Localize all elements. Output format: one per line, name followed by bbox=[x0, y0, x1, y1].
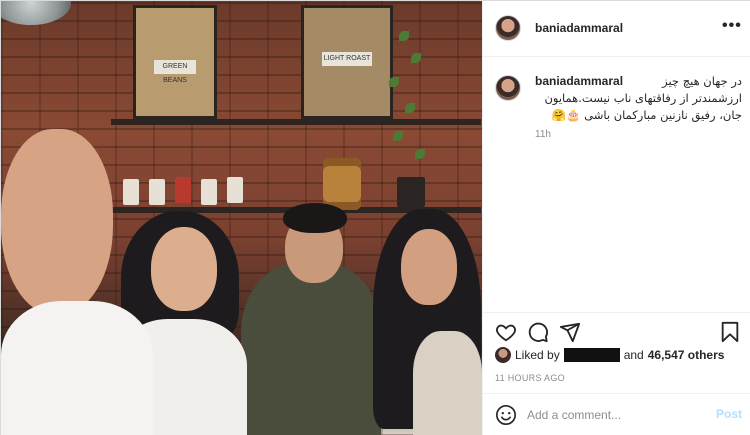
caption-text-line: ارزشمندتر از رفاقتهای ناب نیست.همایون bbox=[544, 91, 742, 105]
likes-summary: Liked by and 46,547 others bbox=[495, 347, 724, 363]
comment-icon[interactable] bbox=[527, 321, 549, 343]
coffee-bag bbox=[227, 177, 243, 203]
coffee-bag bbox=[201, 179, 217, 205]
person-blouse bbox=[413, 331, 482, 435]
coffee-poster-left: GREEN BEANS bbox=[133, 5, 217, 119]
avatar[interactable] bbox=[495, 15, 521, 41]
caption-timestamp[interactable]: 11h bbox=[535, 129, 551, 140]
poster-label: LIGHT ROAST bbox=[322, 52, 372, 66]
post-photo[interactable]: GREEN BEANS LIGHT ROAST bbox=[1, 1, 482, 435]
likes-count[interactable]: 46,547 others bbox=[648, 348, 725, 362]
person-hair bbox=[283, 203, 347, 233]
caption-username[interactable]: baniadammaral bbox=[535, 73, 623, 90]
caption-text-line: در جهان هیچ چیز bbox=[662, 74, 742, 88]
coffee-poster-right: LIGHT ROAST bbox=[301, 5, 393, 119]
comment-input[interactable] bbox=[527, 406, 697, 424]
vine-leaf bbox=[393, 131, 403, 141]
avatar[interactable] bbox=[495, 75, 521, 101]
coffee-bag bbox=[123, 179, 139, 205]
coffee-bag bbox=[149, 179, 165, 205]
post-timestamp[interactable]: 11 HOURS AGO bbox=[495, 373, 565, 383]
emoji-icon[interactable] bbox=[495, 404, 517, 426]
person-shirt bbox=[1, 301, 153, 435]
post-details-panel: baniadammaral ••• baniadammaral در جهان … bbox=[482, 1, 750, 435]
redacted-username bbox=[563, 348, 620, 362]
more-options-icon[interactable]: ••• bbox=[722, 17, 742, 35]
caption-text-line: جان، رفیق نازنین مبارکمان باشی 🎂🤗 bbox=[551, 108, 742, 122]
caption: baniadammaral در جهان هیچ چیز ارزشمندتر … bbox=[535, 73, 742, 124]
poster-label: GREEN BEANS bbox=[154, 60, 196, 84]
caption-section: baniadammaral در جهان هیچ چیز ارزشمندتر … bbox=[483, 57, 750, 312]
header-username[interactable]: baniadammaral bbox=[535, 21, 623, 35]
vine-leaf bbox=[415, 149, 425, 159]
avatar[interactable] bbox=[495, 347, 511, 363]
comment-bar: Post bbox=[483, 393, 750, 435]
person-face bbox=[1, 129, 113, 315]
action-bar bbox=[483, 312, 750, 352]
liked-by-label: Liked by bbox=[515, 348, 560, 362]
heart-icon[interactable] bbox=[495, 321, 517, 343]
person-face bbox=[401, 229, 457, 305]
liked-by-and: and bbox=[623, 348, 644, 362]
instagram-post: GREEN BEANS LIGHT ROAST baniadammaral ••… bbox=[0, 0, 750, 435]
vine-leaf bbox=[405, 103, 415, 113]
shelf bbox=[111, 119, 481, 125]
vine-leaf bbox=[389, 77, 399, 87]
bookmark-icon[interactable] bbox=[719, 321, 741, 343]
share-icon[interactable] bbox=[559, 321, 581, 343]
wooden-barrel bbox=[323, 158, 361, 210]
coffee-bag bbox=[175, 177, 191, 203]
vine-leaf bbox=[399, 31, 409, 41]
coffee-bag bbox=[397, 177, 425, 207]
vine-leaf bbox=[411, 53, 421, 63]
person-shirt bbox=[241, 263, 381, 435]
post-header: baniadammaral ••• bbox=[483, 1, 750, 57]
post-comment-button[interactable]: Post bbox=[716, 407, 742, 421]
person-face bbox=[151, 227, 217, 311]
